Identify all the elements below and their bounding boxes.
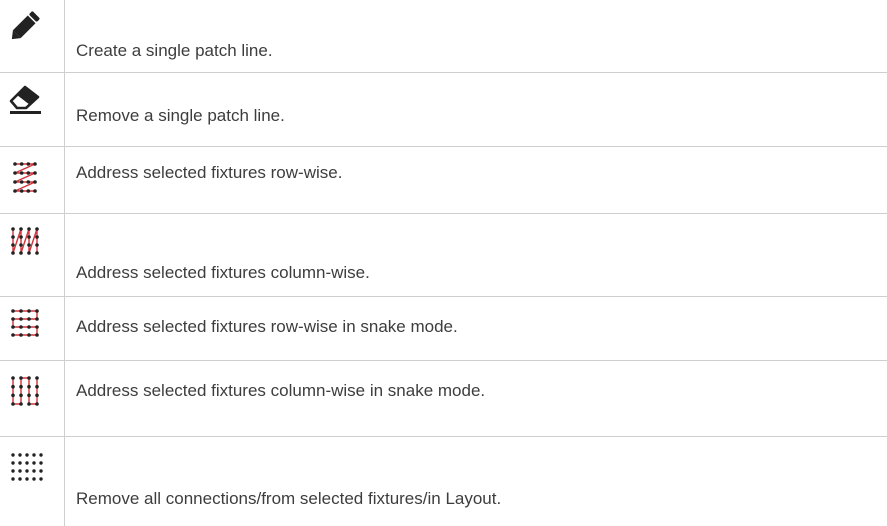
row-description: Address selected fixtures row-wise in sn… [76, 317, 458, 336]
table-row: Address selected fixtures column-wise. [0, 214, 887, 297]
icon-cell [0, 0, 65, 72]
column-wise-address-icon [11, 227, 39, 255]
icon-cell [0, 73, 65, 146]
icon-cell [0, 297, 65, 360]
table-row: Remove all connections/from selected fix… [0, 437, 887, 526]
icon-cell [0, 214, 65, 296]
icon-cell [0, 147, 65, 213]
row-description: Address selected fixtures row-wise. [76, 163, 343, 182]
table-row: Address selected fixtures row-wise in sn… [0, 297, 887, 361]
table-row: Address selected fixtures row-wise. [0, 147, 887, 214]
row-description: Create a single patch line. [76, 41, 273, 60]
table-row: Address selected fixtures column-wise in… [0, 361, 887, 437]
row-description: Remove a single patch line. [76, 106, 285, 125]
table-row: Create a single patch line. [0, 0, 887, 73]
row-description: Address selected fixtures column-wise. [76, 263, 370, 282]
patch-tools-table: Create a single patch line. Remove a sin… [0, 0, 887, 526]
icon-cell [0, 437, 65, 526]
row-wise-address-icon [13, 162, 37, 193]
row-description: Address selected fixtures column-wise in… [76, 381, 486, 400]
eraser-icon [9, 85, 41, 114]
row-wise-snake-address-icon [11, 309, 39, 337]
row-description: Remove all connections/from selected fix… [76, 489, 502, 508]
remove-connections-icon [11, 453, 43, 481]
table-row: Remove a single patch line. [0, 73, 887, 147]
pencil-icon [11, 11, 40, 40]
icon-cell [0, 361, 65, 436]
column-wise-snake-address-icon [11, 376, 39, 406]
